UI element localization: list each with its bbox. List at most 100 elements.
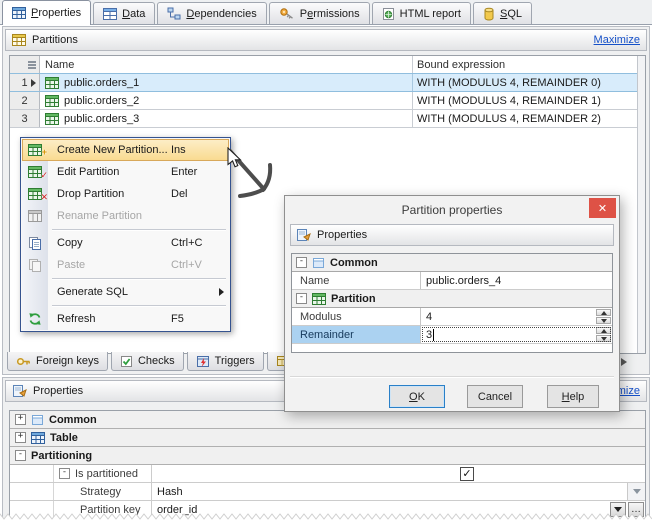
column-options-icon[interactable]	[28, 60, 36, 69]
close-icon[interactable]: ✕	[589, 198, 616, 218]
dialog-row-modulus[interactable]: Modulus 4	[292, 308, 612, 326]
spinner-down-icon[interactable]	[596, 335, 611, 342]
html-report-tab-icon	[382, 7, 395, 21]
tab-dependencies[interactable]: Dependencies	[157, 2, 267, 24]
ok-button[interactable]: OK	[389, 385, 445, 408]
menu-item-copy[interactable]: Copy Ctrl+C	[22, 232, 229, 254]
row-table-icon	[45, 112, 59, 125]
tab-foreign-keys[interactable]: Foreign keys	[7, 352, 108, 371]
expand-toggle-icon[interactable]: -	[15, 450, 26, 461]
row-number-cell: 3	[10, 110, 40, 127]
refresh-icon	[22, 312, 48, 326]
tab-checks[interactable]: Checks	[110, 352, 184, 371]
partition-name-cell[interactable]: public.orders_3	[40, 110, 412, 127]
menu-item-edit-partition[interactable]: ✓ Edit Partition Enter	[22, 161, 229, 183]
spinner-down-icon[interactable]	[596, 317, 611, 324]
bound-expression-cell[interactable]: WITH (MODULUS 4, REMAINDER 1)	[412, 92, 638, 109]
dialog-group-partition[interactable]: - Partition	[292, 290, 612, 308]
property-label-text: Is partitioned	[75, 467, 138, 480]
menu-item-paste[interactable]: Paste Ctrl+V	[22, 254, 229, 276]
tab-sql[interactable]: SQL	[472, 2, 533, 24]
dropdown-button[interactable]	[610, 502, 626, 517]
group-label: Common	[330, 256, 378, 269]
indent-cell	[10, 483, 54, 500]
menu-item-drop-partition[interactable]: ✕ Drop Partition Del	[22, 183, 229, 205]
tab-properties[interactable]: Properties	[2, 0, 92, 25]
menu-item-rename-partition[interactable]: Rename Partition	[22, 205, 229, 227]
menu-item-create-new-partition[interactable]: + Create New Partition... Ins	[22, 139, 229, 161]
grid-corner-cell[interactable]	[10, 56, 40, 73]
menu-item-label: Rename Partition	[57, 210, 142, 222]
partitions-panel-title: Partitions	[32, 34, 78, 46]
tab-permissions[interactable]: Permissions	[268, 2, 370, 24]
partition-properties-dialog: Partition properties ✕ Properties - Commo…	[284, 195, 620, 412]
partitions-grid-scrollbar[interactable]	[637, 56, 645, 353]
spinner-up-icon[interactable]	[596, 309, 611, 316]
maximize-link[interactable]: Maximize	[594, 34, 640, 46]
property-group-partitioning[interactable]: - Partitioning	[10, 447, 645, 465]
dialog-row-name[interactable]: Name public.orders_4	[292, 272, 612, 290]
table-row[interactable]: 2 public.orders_2 WITH (MODULUS 4, REMAIND…	[10, 92, 638, 110]
menu-item-generate-sql[interactable]: Generate SQL	[22, 281, 229, 303]
table-row[interactable]: 3 public.orders_3 WITH (MODULUS 4, REMAIND…	[10, 110, 638, 128]
property-row-partition-key[interactable]: Partition key order_id…	[10, 501, 645, 519]
group-label: Partition	[331, 292, 376, 305]
name-value-field[interactable]: public.orders_4	[421, 272, 612, 289]
property-label: Partition key	[54, 501, 152, 518]
spinner-up-icon[interactable]	[596, 327, 611, 334]
property-row-is-partitioned[interactable]: - Is partitioned ✓	[10, 465, 645, 483]
menu-item-label: Paste	[57, 259, 86, 271]
indent-cell	[10, 501, 54, 518]
paste-icon	[22, 258, 48, 272]
value-buttons: …	[610, 502, 645, 517]
expand-toggle-icon[interactable]: -	[296, 293, 307, 304]
property-label: Strategy	[54, 483, 152, 500]
group-label: Table	[50, 431, 78, 444]
tab-html-report[interactable]: HTML report	[371, 2, 471, 24]
menu-item-shortcut: Enter	[171, 166, 198, 178]
dialog-header-label: Properties	[317, 229, 368, 241]
icon-badge: +	[41, 147, 47, 157]
property-group-common[interactable]: + Common	[10, 411, 645, 429]
table-row[interactable]: 1 public.orders_1 WITH (MODULUS 4, REMAIND…	[10, 73, 638, 92]
dropdown-chevron-icon[interactable]	[627, 483, 645, 500]
tab-triggers[interactable]: Triggers	[186, 352, 264, 371]
bound-expression-cell[interactable]: WITH (MODULUS 4, REMAINDER 0)	[412, 74, 638, 91]
properties-panel-title: Properties	[33, 385, 84, 397]
dialog-row-remainder[interactable]: Remainder 3	[292, 326, 612, 344]
cancel-button[interactable]: Cancel	[467, 385, 523, 408]
expand-toggle-icon[interactable]: -	[59, 468, 70, 479]
bound-expression-cell[interactable]: WITH (MODULUS 4, REMAINDER 2)	[412, 110, 638, 127]
text-caret	[433, 328, 435, 341]
tab-data[interactable]: Data	[93, 2, 156, 24]
dialog-separator	[290, 376, 614, 377]
partition-name-cell[interactable]: public.orders_1	[40, 74, 412, 91]
remainder-value-field[interactable]: 3	[421, 326, 612, 343]
dialog-group-common[interactable]: - Common	[292, 254, 612, 272]
dependencies-tab-icon	[167, 7, 181, 20]
dialog-title: Partition properties	[401, 203, 503, 217]
column-header-bound-expression[interactable]: Bound expression	[412, 56, 638, 73]
menu-item-shortcut: Del	[171, 188, 188, 200]
ellipsis-button[interactable]: …	[628, 502, 644, 517]
expand-toggle-icon[interactable]: +	[15, 414, 26, 425]
properties-icon	[296, 228, 311, 242]
property-row-strategy[interactable]: Strategy Hash	[10, 483, 645, 501]
spinner-control	[596, 326, 611, 343]
icon-badge: ✕	[40, 192, 48, 202]
is-partitioned-checkbox[interactable]: ✓	[460, 466, 474, 481]
property-label-text: Partition key	[80, 503, 141, 516]
modulus-value-field[interactable]: 4	[421, 308, 612, 325]
expand-toggle-icon[interactable]: -	[296, 257, 307, 268]
data-tab-icon	[103, 7, 118, 20]
help-button[interactable]: Help	[547, 385, 599, 408]
expand-toggle-icon[interactable]: +	[15, 432, 26, 443]
partition-name-cell[interactable]: public.orders_2	[40, 92, 412, 109]
column-header-name[interactable]: Name	[40, 56, 412, 73]
object-editor-tabbar: Properties Data Dependencies Permissions HTM…	[0, 0, 652, 25]
menu-item-label: Drop Partition	[57, 188, 125, 200]
property-label: Remainder	[292, 326, 421, 343]
property-group-table[interactable]: + Table	[10, 429, 645, 447]
menu-item-refresh[interactable]: Refresh F5	[22, 308, 229, 330]
row-number-cell: 2	[10, 92, 40, 109]
